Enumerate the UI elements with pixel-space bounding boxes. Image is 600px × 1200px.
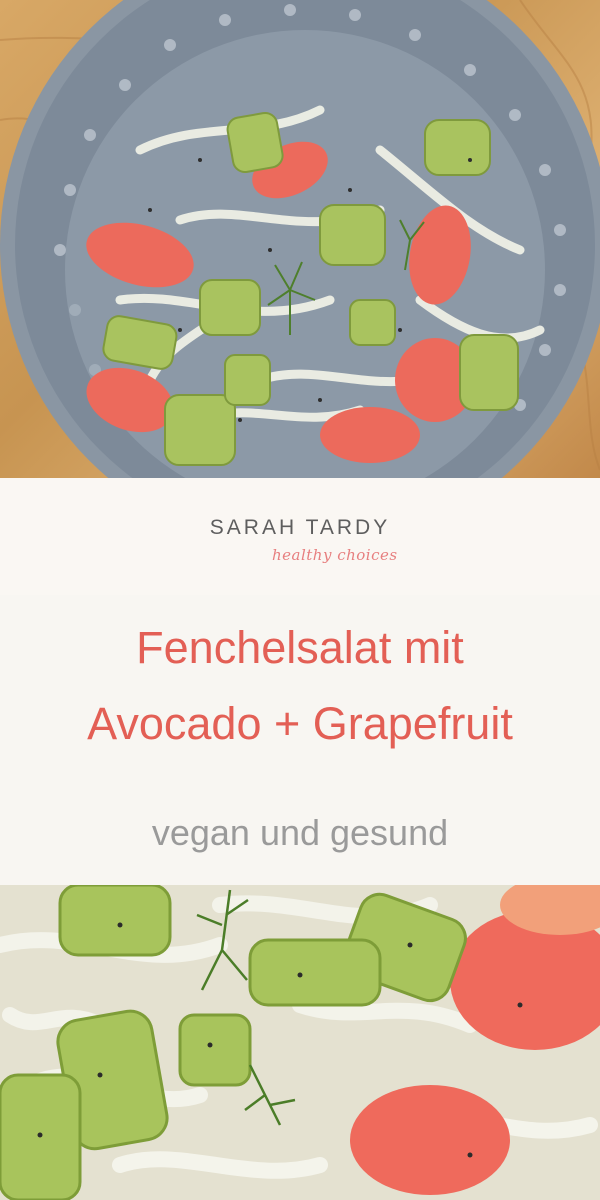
brand-name: SARAH TARDY — [209, 516, 391, 539]
title-line-2: Avocado + Grapefruit — [87, 698, 513, 749]
salad-closeup-photo — [0, 885, 600, 1200]
subtitle: vegan und gesund — [151, 812, 449, 853]
salad-plate-photo — [0, 0, 600, 478]
title-line-1: Fenchelsalat mit — [136, 622, 464, 673]
brand-tagline: healthy choices — [272, 546, 398, 564]
